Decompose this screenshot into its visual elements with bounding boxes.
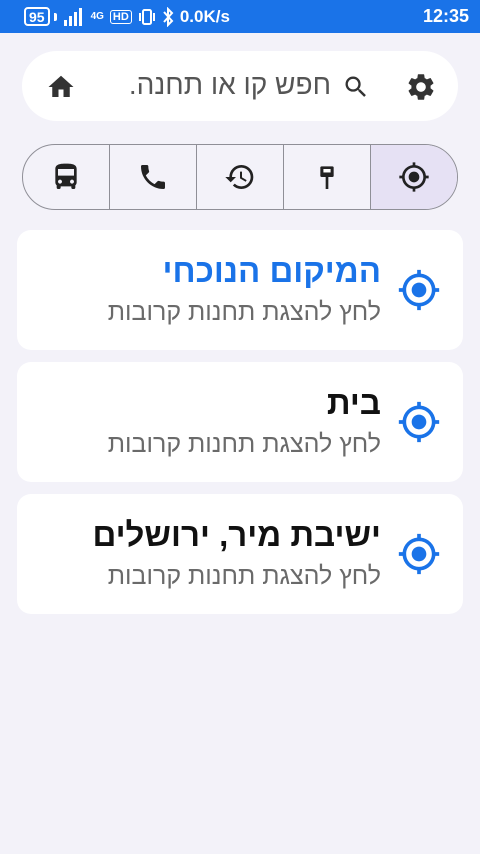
location-title: ישיבת מיר, ירושלים (92, 516, 381, 553)
tab-history[interactable] (197, 145, 284, 209)
battery-level: 95 (29, 8, 45, 25)
battery-tip (53, 12, 57, 21)
home-icon[interactable] (46, 72, 76, 102)
tab-lines[interactable] (23, 145, 110, 209)
search-input[interactable]: חפש קו או תחנה. (129, 69, 331, 101)
location-subtitle: לחץ להצגת תחנות קרובות (107, 298, 381, 326)
search-icon (345, 76, 366, 97)
location-card-home[interactable]: בית לחץ להצגת תחנות קרובות (17, 362, 463, 482)
location-card-saved[interactable]: ישיבת מיר, ירושלים לחץ להצגת תחנות קרובו… (17, 494, 463, 614)
battery-indicator: 95 (24, 7, 50, 26)
phone-icon (141, 165, 165, 189)
bus-stop-sign-icon (320, 166, 334, 189)
clock: 12:35 (422, 6, 469, 26)
location-card-current[interactable]: המיקום הנוכחי לחץ להצגת תחנות קרובות (17, 230, 463, 350)
bus-icon (55, 163, 77, 189)
location-title: המיקום הנוכחי (162, 252, 382, 289)
tab-stations[interactable] (284, 145, 371, 209)
history-icon (225, 165, 254, 190)
gear-icon[interactable] (405, 71, 437, 103)
tab-nearby[interactable] (371, 145, 457, 209)
my-location-icon (398, 401, 440, 443)
status-bar: 95 4G HD 0.0K/s 12:35 (0, 0, 480, 33)
hd-label: HD (109, 9, 132, 24)
location-title: בית (326, 384, 381, 421)
bluetooth-icon (163, 6, 174, 27)
network-type-label: 4G (90, 11, 104, 22)
tab-contact[interactable] (110, 145, 197, 209)
my-location-icon (398, 533, 440, 575)
my-location-icon (398, 269, 440, 311)
network-speed: 0.0K/s (179, 6, 230, 26)
signal-icon (63, 7, 82, 26)
search-bar[interactable]: חפש קו או תחנה. (22, 51, 458, 121)
location-subtitle: לחץ להצגת תחנות קרובות (107, 562, 381, 590)
mode-tabs (22, 144, 458, 210)
my-location-icon (399, 162, 429, 192)
status-icons: 4G HD (63, 6, 174, 27)
location-subtitle: לחץ להצגת תחנות קרובות (107, 430, 381, 458)
vibrate-icon (138, 8, 155, 25)
